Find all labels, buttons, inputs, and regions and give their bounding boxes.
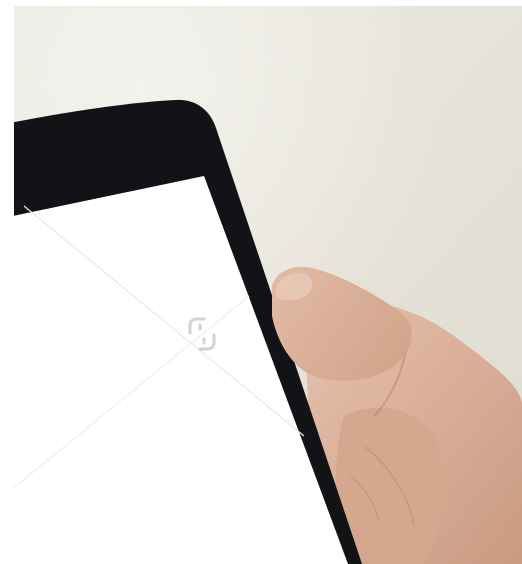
photo-frame (0, 0, 522, 564)
phone-in-hand-photo (14, 6, 522, 564)
